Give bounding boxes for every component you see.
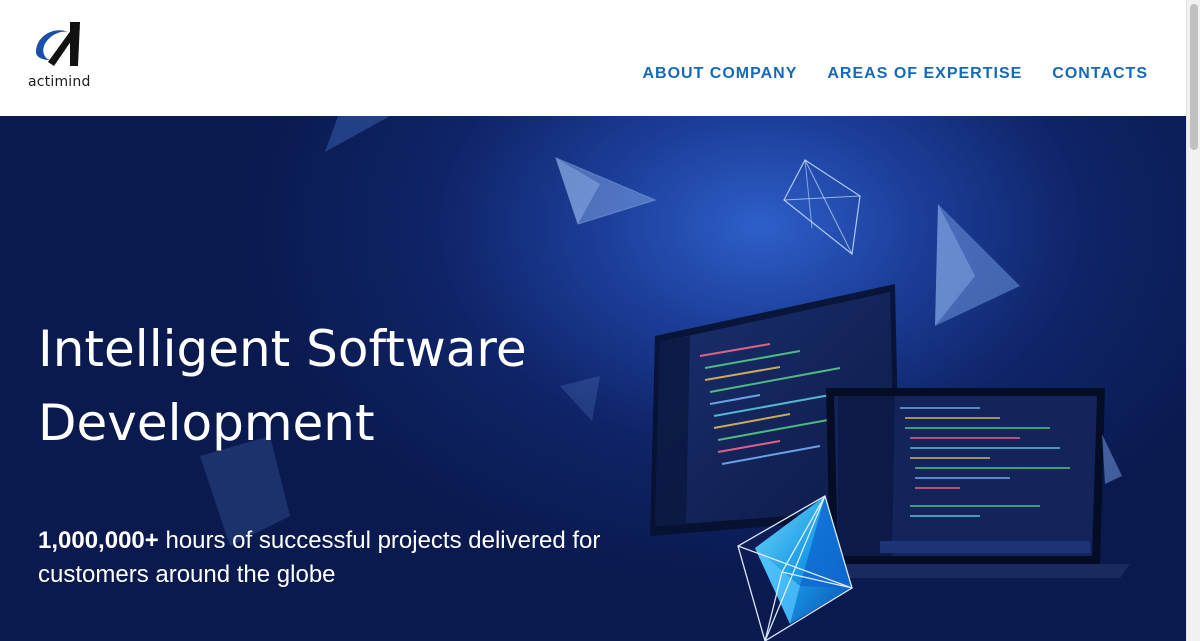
- scrollbar-thumb[interactable]: [1190, 4, 1198, 150]
- actimind-logo-icon: [36, 22, 80, 66]
- nav-areas-of-expertise[interactable]: AREAS OF EXPERTISE: [827, 65, 1022, 83]
- page-scrollbar[interactable]: [1186, 0, 1200, 641]
- nav-about-company[interactable]: ABOUT COMPANY: [642, 65, 797, 83]
- hero-hours-count: 1,000,000+: [38, 527, 159, 554]
- logo-link[interactable]: actimind: [26, 22, 96, 94]
- site-header: actimind ABOUT COMPANY AREAS OF EXPERTIS…: [0, 0, 1186, 116]
- hero-title: Intelligent Software Development: [38, 320, 527, 452]
- hero-subtitle: 1,000,000+ hours of successful projects …: [38, 524, 618, 592]
- nav-contacts[interactable]: CONTACTS: [1052, 65, 1148, 83]
- logo-text: actimind: [28, 74, 91, 90]
- main-nav: ABOUT COMPANY AREAS OF EXPERTISE CONTACT…: [642, 65, 1148, 83]
- hero-section: Intelligent Software Development 1,000,0…: [0, 116, 1186, 641]
